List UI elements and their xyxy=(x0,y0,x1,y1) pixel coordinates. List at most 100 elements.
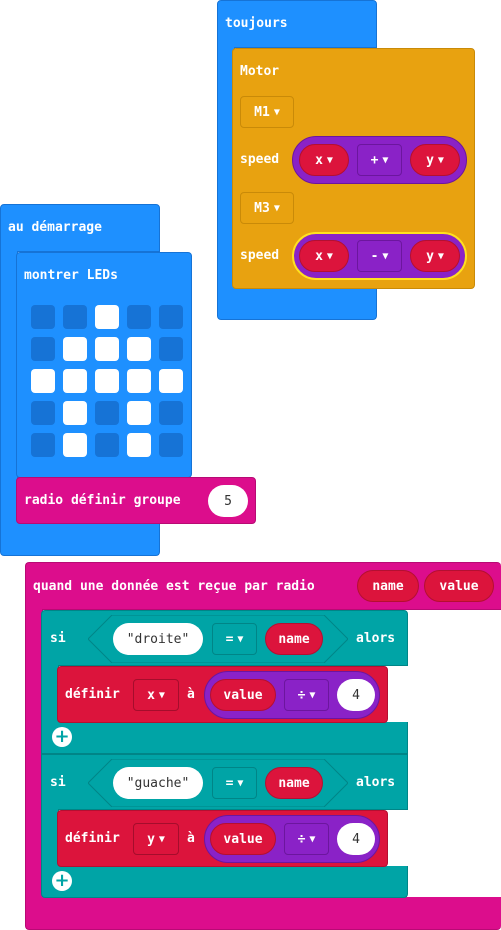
led-cell[interactable] xyxy=(127,337,151,361)
var-value-label: value xyxy=(223,687,263,703)
led-cell[interactable] xyxy=(127,401,151,425)
caret-down-icon: ▼ xyxy=(326,154,333,166)
if-1-alors: alors xyxy=(356,631,396,646)
var-x-dropdown-2[interactable]: x ▼ xyxy=(299,240,349,272)
caret-down-icon: ▼ xyxy=(158,833,165,845)
quote-close: " xyxy=(181,775,190,791)
led-cell[interactable] xyxy=(63,337,87,361)
number-input-1[interactable]: 4 xyxy=(337,679,375,711)
on-start-block-footer xyxy=(0,522,160,556)
led-cell[interactable] xyxy=(31,369,55,393)
led-cell[interactable] xyxy=(63,305,87,329)
quote-open: " xyxy=(126,631,135,647)
caret-down-icon: ▼ xyxy=(237,633,244,645)
motor-title: Motor xyxy=(240,64,280,79)
op-plus-dropdown[interactable]: + ▼ xyxy=(357,144,402,176)
led-cell[interactable] xyxy=(127,369,151,393)
quote-close: " xyxy=(181,631,190,647)
var-x-dropdown-1[interactable]: x ▼ xyxy=(299,144,349,176)
radio-group-value: 5 xyxy=(224,493,232,509)
on-radio-received-title: quand une donnée est reçue par radio xyxy=(33,579,315,594)
param-name-reporter[interactable]: name xyxy=(357,570,419,602)
led-cell[interactable] xyxy=(159,305,183,329)
led-cell[interactable] xyxy=(31,401,55,425)
number-value-2: 4 xyxy=(352,831,360,847)
led-cell[interactable] xyxy=(95,369,119,393)
number-input-2[interactable]: 4 xyxy=(337,823,375,855)
var-name-label: name xyxy=(278,631,310,647)
number-value-1: 4 xyxy=(352,687,360,703)
led-cell[interactable] xyxy=(63,369,87,393)
led-cell[interactable] xyxy=(95,433,119,457)
op-minus-dropdown[interactable]: - ▼ xyxy=(357,240,402,272)
if-block-2-footer xyxy=(41,866,408,898)
led-cell[interactable] xyxy=(127,305,151,329)
led-cell[interactable] xyxy=(159,369,183,393)
op-label: ÷ xyxy=(297,687,306,703)
compare-op-dropdown-2[interactable]: = ▼ xyxy=(212,767,257,799)
caret-down-icon: ▼ xyxy=(273,202,280,214)
var-name-reporter-1[interactable]: name xyxy=(265,623,323,655)
param-name-label: name xyxy=(372,578,404,594)
forever-title: toujours xyxy=(225,16,288,31)
caret-down-icon: ▼ xyxy=(237,777,244,789)
op-divide-dropdown-1[interactable]: ÷ ▼ xyxy=(284,679,329,711)
quote-open: " xyxy=(126,775,135,791)
op-label: + xyxy=(370,152,379,168)
led-cell[interactable] xyxy=(31,433,55,457)
plus-icon[interactable]: + xyxy=(52,727,72,747)
set-x-a: à xyxy=(187,687,195,702)
string-literal-2[interactable]: " guache " xyxy=(113,767,203,799)
compare-op-dropdown-1[interactable]: = ▼ xyxy=(212,623,257,655)
string-value-1: droite xyxy=(134,631,182,647)
var-name-reporter-2[interactable]: name xyxy=(265,767,323,799)
speed-label-1: speed xyxy=(240,152,280,167)
var-y-label: y xyxy=(426,152,434,168)
op-divide-dropdown-2[interactable]: ÷ ▼ xyxy=(284,823,329,855)
motor-m1-dropdown[interactable]: M1 ▼ xyxy=(240,96,294,128)
motor-m3-dropdown[interactable]: M3 ▼ xyxy=(240,192,294,224)
led-cell[interactable] xyxy=(63,433,87,457)
var-y-dropdown-2[interactable]: y ▼ xyxy=(410,240,460,272)
set-y-a: à xyxy=(187,831,195,846)
led-cell[interactable] xyxy=(95,337,119,361)
set-y-label: définir xyxy=(65,831,120,846)
op-label: ÷ xyxy=(297,831,306,847)
caret-down-icon: ▼ xyxy=(437,250,444,262)
led-cell[interactable] xyxy=(127,433,151,457)
if-2-si: si xyxy=(50,775,66,790)
param-value-reporter[interactable]: value xyxy=(424,570,494,602)
led-cell[interactable] xyxy=(95,401,119,425)
radio-group-number-input[interactable]: 5 xyxy=(208,485,248,517)
var-value-reporter-2[interactable]: value xyxy=(210,823,276,855)
set-x-label: définir xyxy=(65,687,120,702)
led-cell[interactable] xyxy=(95,305,119,329)
caret-down-icon: ▼ xyxy=(158,689,165,701)
param-value-label: value xyxy=(439,578,479,594)
set-var-label: y xyxy=(147,831,155,847)
plus-icon[interactable]: + xyxy=(52,871,72,891)
caret-down-icon: ▼ xyxy=(382,250,389,262)
if-block-1-footer xyxy=(41,722,408,754)
led-cell[interactable] xyxy=(63,401,87,425)
caret-down-icon: ▼ xyxy=(273,106,280,118)
var-y-label: y xyxy=(426,248,434,264)
var-value-label: value xyxy=(223,831,263,847)
var-y-dropdown-1[interactable]: y ▼ xyxy=(410,144,460,176)
led-cell[interactable] xyxy=(31,337,55,361)
led-cell[interactable] xyxy=(159,337,183,361)
set-var-y-dropdown[interactable]: y ▼ xyxy=(133,823,179,855)
led-cell[interactable] xyxy=(159,401,183,425)
compare-op-label: = xyxy=(225,631,234,647)
string-literal-1[interactable]: " droite " xyxy=(113,623,203,655)
led-cell[interactable] xyxy=(31,305,55,329)
var-value-reporter-1[interactable]: value xyxy=(210,679,276,711)
if-1-si: si xyxy=(50,631,66,646)
radio-set-group-label: radio définir groupe xyxy=(24,493,181,508)
led-cell[interactable] xyxy=(159,433,183,457)
op-label: - xyxy=(370,248,379,264)
speed-label-2: speed xyxy=(240,248,280,263)
on-start-title: au démarrage xyxy=(8,220,102,235)
forever-block-footer xyxy=(217,288,377,320)
set-var-x-dropdown[interactable]: x ▼ xyxy=(133,679,179,711)
